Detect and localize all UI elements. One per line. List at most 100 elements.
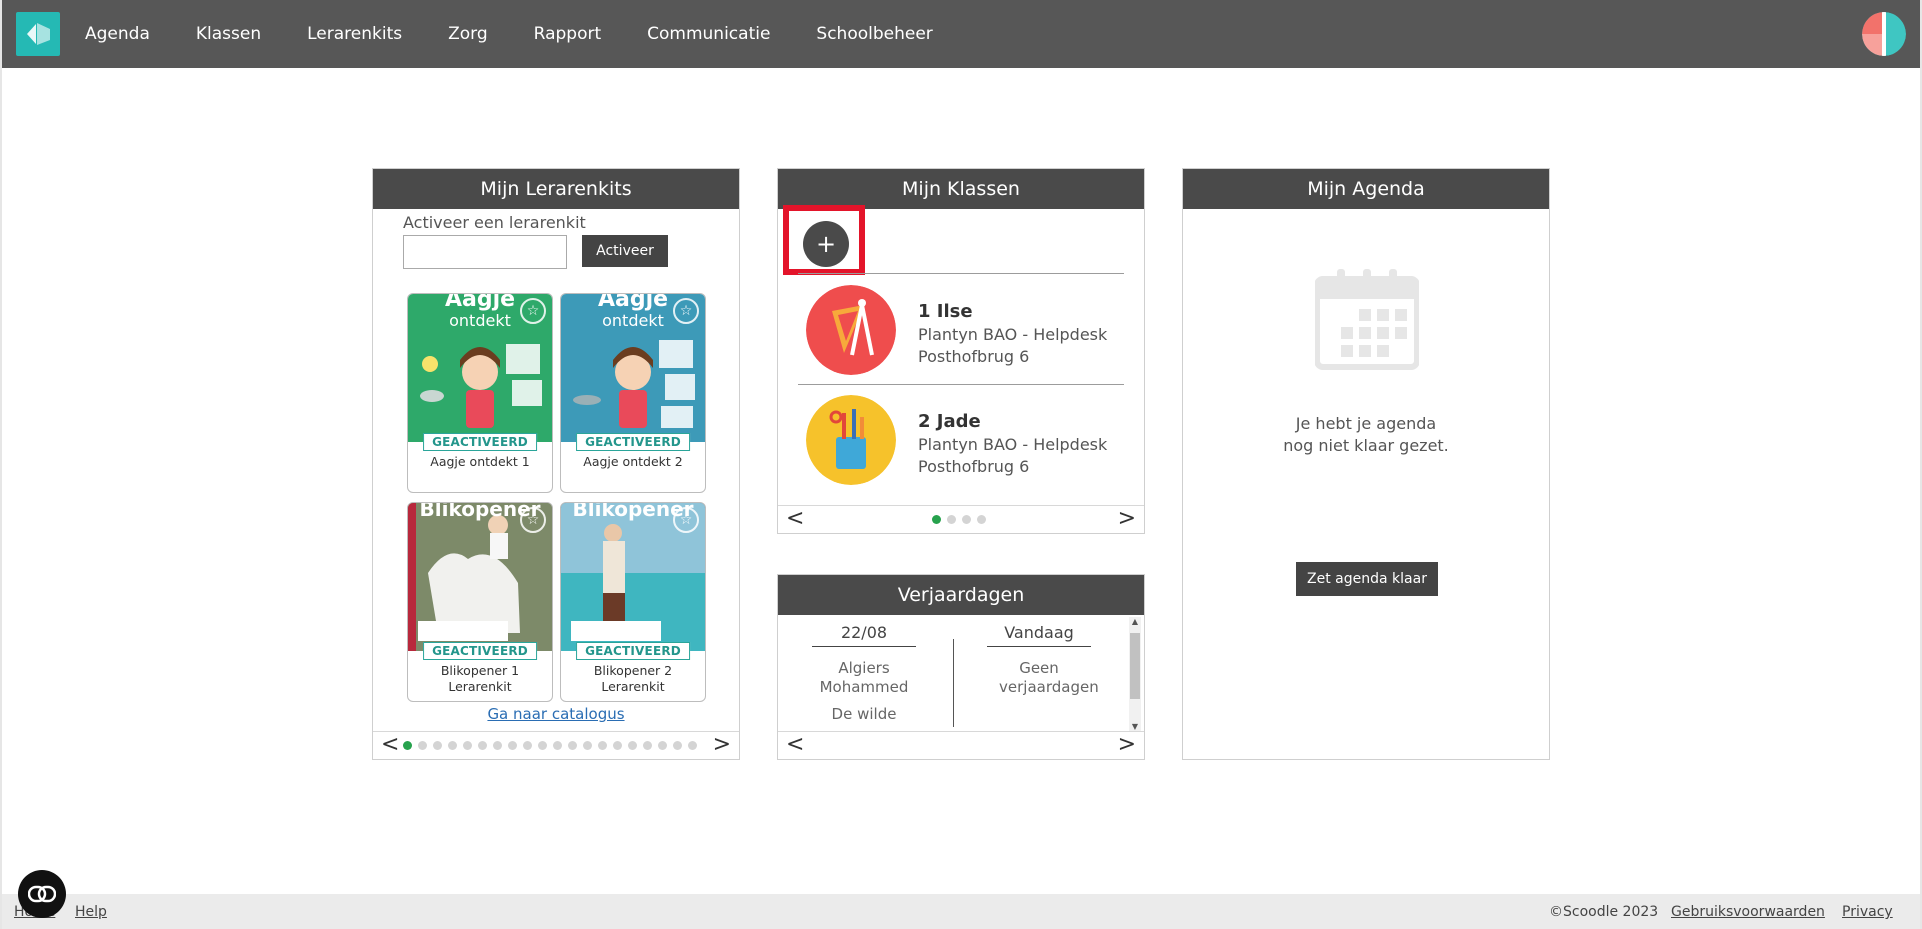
footer-help-link[interactable]: Help (75, 904, 107, 920)
kit-card-blikopener-2[interactable]: Blikopener ☆ GEACTIVEERD Blikopener 2 Le… (560, 502, 706, 702)
kit-cover: Aagje ontdekt ☆ (561, 294, 705, 442)
activate-kit-button[interactable]: Activeer (582, 235, 668, 267)
pagination-dot[interactable] (688, 741, 697, 750)
pagination-dot[interactable] (418, 741, 427, 750)
pagination-dot[interactable] (403, 741, 412, 750)
verjaardagen-carousel-nav: < > (778, 731, 1144, 759)
chevron-left-icon[interactable]: < (381, 734, 399, 756)
star-icon[interactable]: ☆ (520, 298, 546, 324)
klassen-widget: Mijn Klassen + 1 Ilse Plantyn BAO - Help… (777, 168, 1145, 534)
kit-cover-illustration (420, 344, 542, 428)
nav-item-lerarenkits[interactable]: Lerarenkits (307, 24, 402, 44)
kit-card-aagje-2[interactable]: Aagje ontdekt ☆ GEACTIVEERD Aagje ontdek… (560, 293, 706, 493)
agenda-widget: Mijn Agenda Je hebt je agenda nog niet k… (1182, 168, 1550, 760)
plus-icon: + (815, 230, 837, 258)
nav-item-schoolbeheer[interactable]: Schoolbeheer (816, 24, 932, 44)
birthday-entry: De wilde (831, 705, 897, 719)
kit-status-badge: GEACTIVEERD (423, 433, 537, 451)
nav-item-rapport[interactable]: Rapport (534, 24, 602, 44)
class-name: 1 Ilse (918, 301, 973, 322)
divider (798, 273, 1124, 274)
birthday-date: Vandaag (987, 623, 1091, 647)
pagination-dot[interactable] (658, 741, 667, 750)
user-avatar[interactable] (1862, 12, 1906, 56)
pagination-dot[interactable] (947, 515, 956, 524)
footer-terms-link[interactable]: Gebruiksvoorwaarden (1671, 904, 1825, 920)
footer-copyright: ©Scoodle 2023 (1549, 904, 1659, 920)
kit-status-badge: GEACTIVEERD (576, 433, 690, 451)
verjaardagen-widget: Verjaardagen 22/08 Algiers Mohammed De w… (777, 574, 1145, 760)
kit-cover-illustration (573, 340, 695, 428)
pagination-dot[interactable] (628, 741, 637, 750)
pagination-dot[interactable] (478, 741, 487, 750)
pagination-dot[interactable] (613, 741, 622, 750)
nav-item-agenda[interactable]: Agenda (85, 24, 150, 44)
klassen-carousel-nav: < > (778, 505, 1144, 533)
scoodle-logo-icon[interactable] (16, 12, 60, 56)
add-class-highlight: + (783, 205, 865, 275)
chat-button[interactable] (18, 870, 66, 918)
pencil-cup-icon (806, 395, 896, 485)
kit-card-blikopener-1[interactable]: Blikopener ☆ GEACTIVEERD Blikopener 1 Le… (407, 502, 553, 702)
class-item-1-ilse[interactable]: 1 Ilse Plantyn BAO - Helpdesk Posthofbru… (806, 285, 1126, 375)
kit-name: Aagje ontdekt 2 (583, 454, 683, 469)
divider (798, 384, 1124, 385)
pagination-dot[interactable] (463, 741, 472, 750)
kit-cover: Blikopener ☆ (561, 503, 705, 651)
class-school: Plantyn BAO - Helpdesk (918, 435, 1108, 454)
class-school: Plantyn BAO - Helpdesk (918, 325, 1108, 344)
class-name: 2 Jade (918, 411, 981, 432)
catalog-link[interactable]: Ga naar catalogus (373, 705, 739, 723)
pagination-dot[interactable] (962, 515, 971, 524)
pagination-dot[interactable] (643, 741, 652, 750)
pagination-dot[interactable] (583, 741, 592, 750)
nav-item-communicatie[interactable]: Communicatie (647, 24, 770, 44)
pagination-dot[interactable] (538, 741, 547, 750)
kits-carousel-nav: < > (373, 731, 739, 759)
pagination-dot[interactable] (508, 741, 517, 750)
activate-kit-input[interactable] (403, 235, 567, 269)
kit-status-badge: GEACTIVEERD (576, 642, 690, 660)
chevron-right-icon[interactable]: > (1118, 734, 1136, 756)
star-icon[interactable]: ☆ (520, 507, 546, 533)
lerarenkits-title: Mijn Lerarenkits (373, 169, 739, 209)
footer: Home Help ©Scoodle 2023 Gebruiksvoorwaar… (2, 894, 1920, 929)
nav-item-klassen[interactable]: Klassen (196, 24, 261, 44)
setup-agenda-button[interactable]: Zet agenda klaar (1296, 562, 1438, 596)
chevron-left-icon[interactable]: < (786, 734, 804, 756)
activate-kit-label: Activeer een lerarenkit (403, 213, 586, 232)
chat-icon (28, 885, 56, 903)
chevron-right-icon[interactable]: > (1118, 508, 1136, 530)
pagination-dot[interactable] (493, 741, 502, 750)
pagination-dot[interactable] (673, 741, 682, 750)
star-icon[interactable]: ☆ (673, 507, 699, 533)
class-item-2-jade[interactable]: 2 Jade Plantyn BAO - Helpdesk Posthofbru… (806, 395, 1126, 485)
add-class-button[interactable]: + (803, 221, 849, 267)
main-nav: Agenda Klassen Lerarenkits Zorg Rapport … (85, 0, 979, 68)
pagination-dot[interactable] (448, 741, 457, 750)
footer-privacy-link[interactable]: Privacy (1842, 904, 1893, 920)
birthday-scrollbar[interactable]: ▲ ▼ (1129, 617, 1141, 731)
chevron-right-icon[interactable]: > (713, 734, 731, 756)
birthday-column-today: Vandaag Geen verjaardagen (969, 623, 1109, 697)
pagination-dot[interactable] (433, 741, 442, 750)
scroll-up-icon[interactable]: ▲ (1129, 617, 1141, 626)
class-address: Posthofbrug 6 (918, 347, 1030, 366)
chevron-left-icon[interactable]: < (786, 508, 804, 530)
pagination-dot[interactable] (932, 515, 941, 524)
nav-item-zorg[interactable]: Zorg (448, 24, 488, 44)
kit-cover: Blikopener ☆ (408, 503, 552, 651)
star-icon[interactable]: ☆ (673, 298, 699, 324)
scroll-down-icon[interactable]: ▼ (1129, 722, 1141, 731)
pagination-dot[interactable] (977, 515, 986, 524)
pagination-dot[interactable] (598, 741, 607, 750)
divider (953, 639, 954, 727)
kit-card-aagje-1[interactable]: Aagje ontdekt ☆ GEACTIVEERD Aagje ontdek… (407, 293, 553, 493)
scroll-thumb[interactable] (1130, 633, 1140, 699)
agenda-empty-text: Je hebt je agenda nog niet klaar gezet. (1283, 414, 1449, 455)
pagination-dot[interactable] (523, 741, 532, 750)
pagination-dot[interactable] (553, 741, 562, 750)
kit-name: Aagje ontdekt 1 (430, 454, 530, 469)
pagination-dot[interactable] (568, 741, 577, 750)
birthday-entry: Algiers Mohammed (819, 659, 909, 696)
